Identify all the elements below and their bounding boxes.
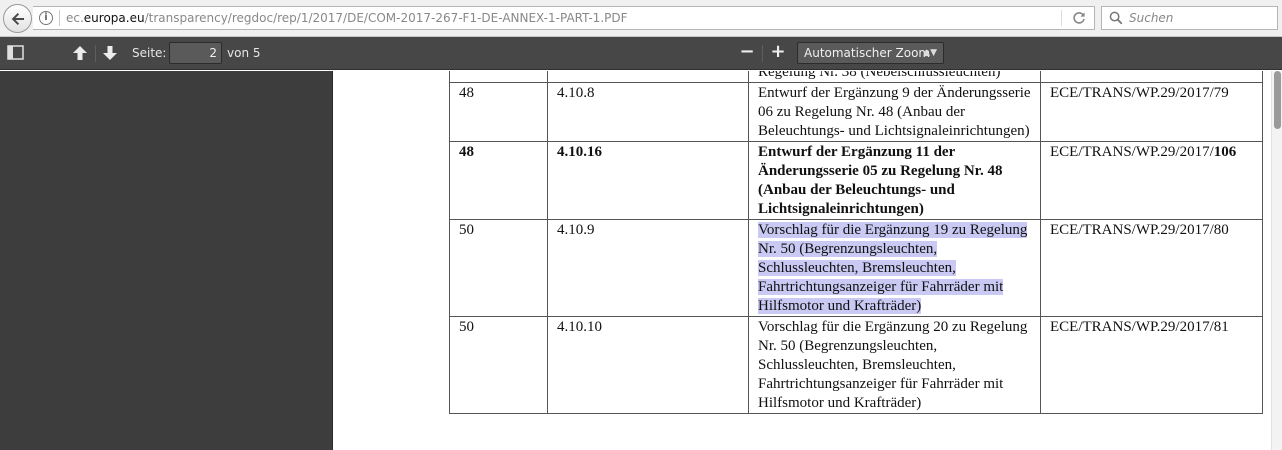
- table-cell: Entwurf der Ergänzung 9 der Änderungsser…: [748, 82, 1041, 142]
- search-input[interactable]: [1129, 11, 1269, 25]
- regulation-table: Regelung Nr. 38 (Nebelschlussleuchten) 4…: [449, 71, 1263, 414]
- zoom-out-button[interactable]: −: [737, 42, 757, 64]
- table-cell: Vorschlag für die Ergänzung 20 zu Regelu…: [748, 316, 1041, 414]
- reload-divider: [1061, 10, 1062, 26]
- back-button[interactable]: [3, 4, 32, 33]
- table-row: 50 4.10.9 Vorschlag für die Ergänzung 19…: [449, 219, 1263, 317]
- table-cell: ECE/TRANS/WP.29/2017/81: [1040, 316, 1263, 414]
- table-cell: 48: [449, 82, 548, 142]
- selected-text[interactable]: Vorschlag für die Ergänzung 19 zu Regelu…: [758, 222, 1028, 314]
- search-box[interactable]: [1101, 6, 1278, 30]
- table-row: 50 4.10.10 Vorschlag für die Ergänzung 2…: [449, 316, 1263, 414]
- page-count: von 5: [227, 46, 261, 60]
- table-cell: Regelung Nr. 38 (Nebelschlussleuchten): [748, 71, 1041, 83]
- table-cell: ECE/TRANS/WP.29/2017/79: [1040, 82, 1263, 142]
- page-label: Seite:: [132, 46, 167, 60]
- table-cell: 4.10.10: [547, 316, 749, 414]
- table-row: 48 4.10.16 Entwurf der Ergänzung 11 der …: [449, 141, 1263, 220]
- url-prefix: ec.: [66, 11, 84, 25]
- page-down-arrow-icon[interactable]: [101, 44, 119, 62]
- reload-button[interactable]: [1070, 10, 1088, 26]
- sidebar-toggle-icon[interactable]: [7, 45, 24, 60]
- zoom-in-button[interactable]: +: [768, 42, 788, 64]
- table-cell: 4.10.9: [547, 219, 749, 317]
- url-text[interactable]: ec.europa.eu/transparency/regdoc/rep/1/2…: [66, 11, 628, 25]
- vertical-scrollbar[interactable]: [1271, 71, 1282, 450]
- table-cell: [1040, 71, 1263, 83]
- zoom-select[interactable]: Automatischer Zoom ▲▼: [797, 42, 944, 64]
- table-cell: 50: [449, 219, 548, 317]
- table-cell: ECE/TRANS/WP.29/2017/80: [1040, 219, 1263, 317]
- table-cell: 48: [449, 141, 548, 220]
- document-page: Regelung Nr. 38 (Nebelschlussleuchten) 4…: [333, 71, 1282, 450]
- table-cell: Entwurf der Ergänzung 11 der Änderungsse…: [748, 141, 1041, 220]
- search-icon: [1109, 11, 1123, 25]
- table-row: 48 4.10.8 Entwurf der Ergänzung 9 der Än…: [449, 82, 1263, 142]
- address-bar[interactable]: i ec.europa.eu/transparency/regdoc/rep/1…: [33, 6, 1095, 30]
- thumbnail-sidebar: [0, 71, 333, 450]
- url-path: /transparency/regdoc/rep/1/2017/DE/COM-2…: [144, 11, 628, 25]
- table-cell: Vorschlag für die Ergänzung 19 zu Regelu…: [748, 219, 1041, 317]
- reference-number: 106: [1213, 144, 1237, 160]
- toolbar-separator: [95, 45, 96, 62]
- back-arrow-icon: [11, 12, 24, 25]
- scrollbar-thumb[interactable]: [1274, 71, 1281, 129]
- pdf-toolbar: Seite: von 5 − + Automatischer Zoom ▲▼: [0, 37, 1282, 70]
- url-divider: [59, 10, 60, 26]
- table-cell: 4.10.8: [547, 82, 749, 142]
- toolbar-separator: [762, 45, 763, 62]
- table-cell: [449, 71, 548, 83]
- reference-prefix: ECE/TRANS/WP.29/2017/: [1050, 144, 1214, 160]
- info-icon[interactable]: i: [39, 11, 53, 25]
- table-cell: [547, 71, 749, 83]
- chevron-updown-icon: ▲▼: [923, 48, 937, 58]
- reload-icon: [1073, 12, 1085, 24]
- table-row: Regelung Nr. 38 (Nebelschlussleuchten): [449, 71, 1263, 83]
- page-up-arrow-icon[interactable]: [71, 44, 89, 62]
- page-number-input[interactable]: [169, 42, 222, 64]
- zoom-select-value: Automatischer Zoom: [804, 46, 931, 60]
- url-domain: europa.eu: [83, 11, 145, 25]
- table-cell: ECE/TRANS/WP.29/2017/106: [1040, 141, 1263, 220]
- table-cell: 4.10.16: [547, 141, 749, 220]
- browser-navigation-bar: i ec.europa.eu/transparency/regdoc/rep/1…: [0, 0, 1282, 37]
- table-cell: 50: [449, 316, 548, 414]
